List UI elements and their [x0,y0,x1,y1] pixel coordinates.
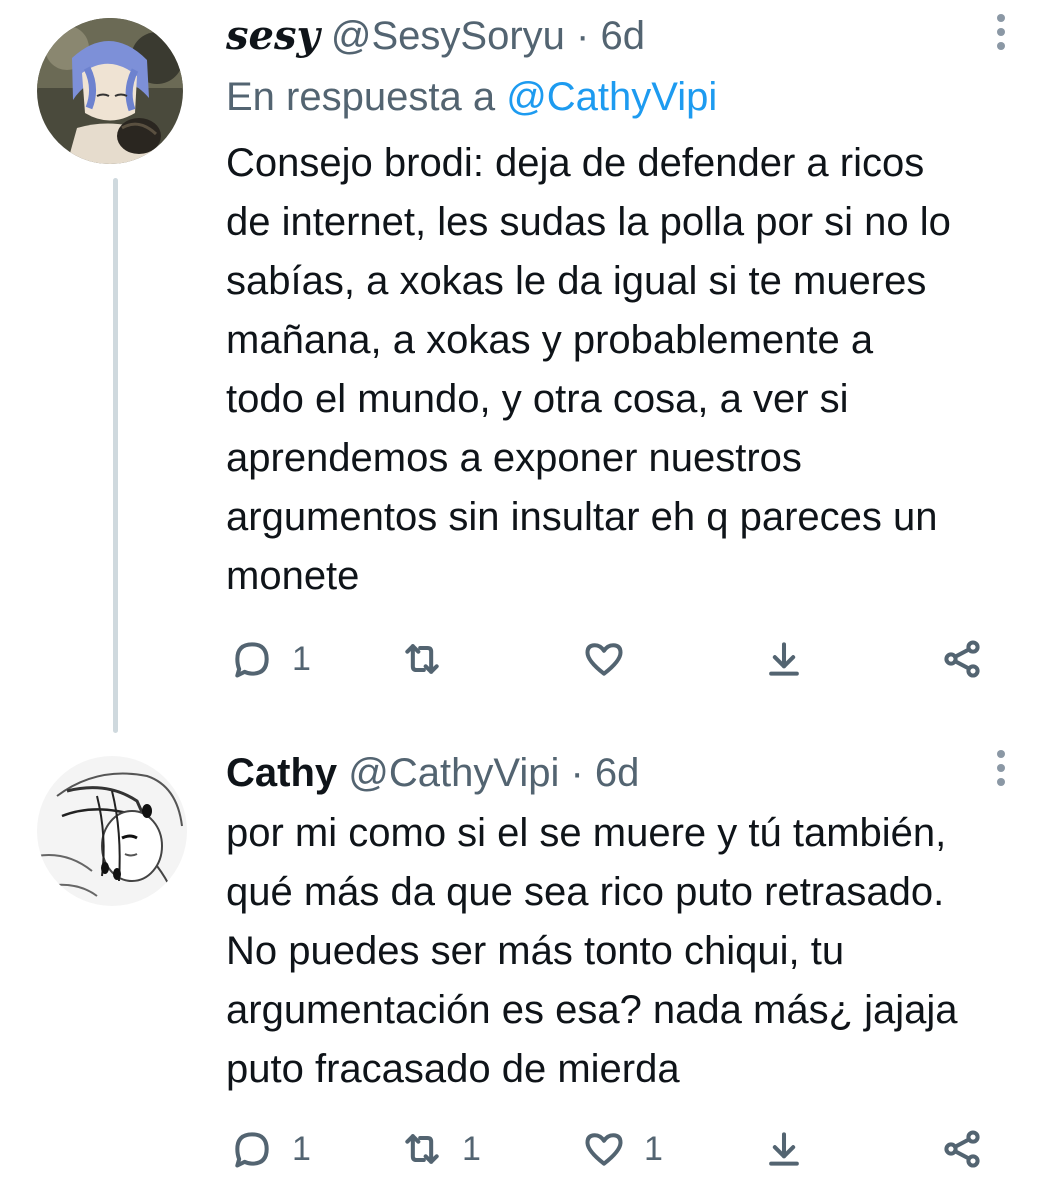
download-icon [769,642,799,676]
user-handle[interactable]: @SesySoryu [331,14,565,58]
tweet-text-line: mañana, a xokas y probablemente a [226,318,874,362]
retweet-button[interactable] [400,634,462,684]
retweet-count: 1 [462,1129,481,1168]
reply-button[interactable]: 1 [230,634,311,684]
comment-icon [235,1132,269,1168]
more-options-icon[interactable] [993,750,1009,790]
tweet-header: Cathy @CathyVipi · 6d [226,753,639,793]
timestamp[interactable]: 6d [600,14,645,58]
heart-icon [585,643,623,676]
share-button[interactable] [940,1124,984,1174]
tweet-text-line: de internet, les sudas la polla por si n… [226,200,951,244]
separator-dot: · [570,751,584,795]
retweet-button[interactable]: 1 [400,1124,481,1174]
download-button[interactable] [762,634,806,684]
share-icon [944,1130,980,1168]
tweet-actions: 1 1 1 [0,1124,1059,1174]
tweet-text-line: Consejo brodi: deja de defender a ricos [226,141,925,185]
tweet-text-line: argumentación es esa? nada más¿ jajaja [226,988,958,1032]
tweet-text-line: sabías, a xokas le da igual si te mueres [226,259,927,303]
tweet-actions: 1 [0,634,1059,684]
reply-prefix: En respuesta a [226,75,496,119]
tweet-text-line: puto fracasado de mierda [226,1047,680,1091]
like-button[interactable]: 1 [582,1124,663,1174]
tweet-text-line: monete [226,554,360,598]
retweet-icon [405,644,439,674]
tweet-cathy: Cathy @CathyVipi · 6d por mi como si el … [0,740,1059,1200]
retweet-icon [405,1134,439,1164]
download-icon [769,1132,799,1166]
timestamp[interactable]: 6d [595,751,640,795]
display-name[interactable]: Cathy [226,751,337,795]
tweet-header: sesy @SesySoryu · 6d [226,14,645,58]
reply-count: 1 [292,1129,311,1168]
share-icon [944,640,980,678]
user-handle[interactable]: @CathyVipi [348,751,559,795]
reply-mention-link[interactable]: @CathyVipi [506,75,717,119]
tweet-text-line: No puedes ser más tonto chiqui, tu [226,929,845,973]
reply-context: En respuesta a @CathyVipi [226,77,717,117]
thread-connector-line [113,178,118,733]
more-options-icon[interactable] [993,14,1009,54]
tweet-text-line: todo el mundo, y otra cosa, a ver si [226,377,849,421]
reply-count: 1 [292,639,311,678]
avatar[interactable] [37,18,183,164]
share-button[interactable] [940,634,984,684]
separator-dot: · [576,14,590,58]
tweet-text-line: aprendemos a exponer nuestros [226,436,802,480]
download-button[interactable] [762,1124,806,1174]
like-count: 1 [644,1129,663,1168]
comment-icon [235,642,269,678]
display-name[interactable]: sesy [226,12,320,59]
tweet-text-line: por mi como si el se muere y tú también, [226,811,947,855]
tweet-text-line: argumentos sin insultar eh q pareces un [226,495,938,539]
tweet-sesy: sesy @SesySoryu · 6d En respuesta a @Cat… [0,0,1059,740]
like-button[interactable] [582,634,644,684]
avatar[interactable] [37,756,187,906]
tweet-text: Consejo brodi: deja de defender a ricos … [226,134,1026,606]
heart-icon [585,1133,623,1166]
tweet-text-line: qué más da que sea rico puto retrasado. [226,870,945,914]
reply-button[interactable]: 1 [230,1124,311,1174]
tweet-text: por mi como si el se muere y tú también,… [226,804,1026,1099]
